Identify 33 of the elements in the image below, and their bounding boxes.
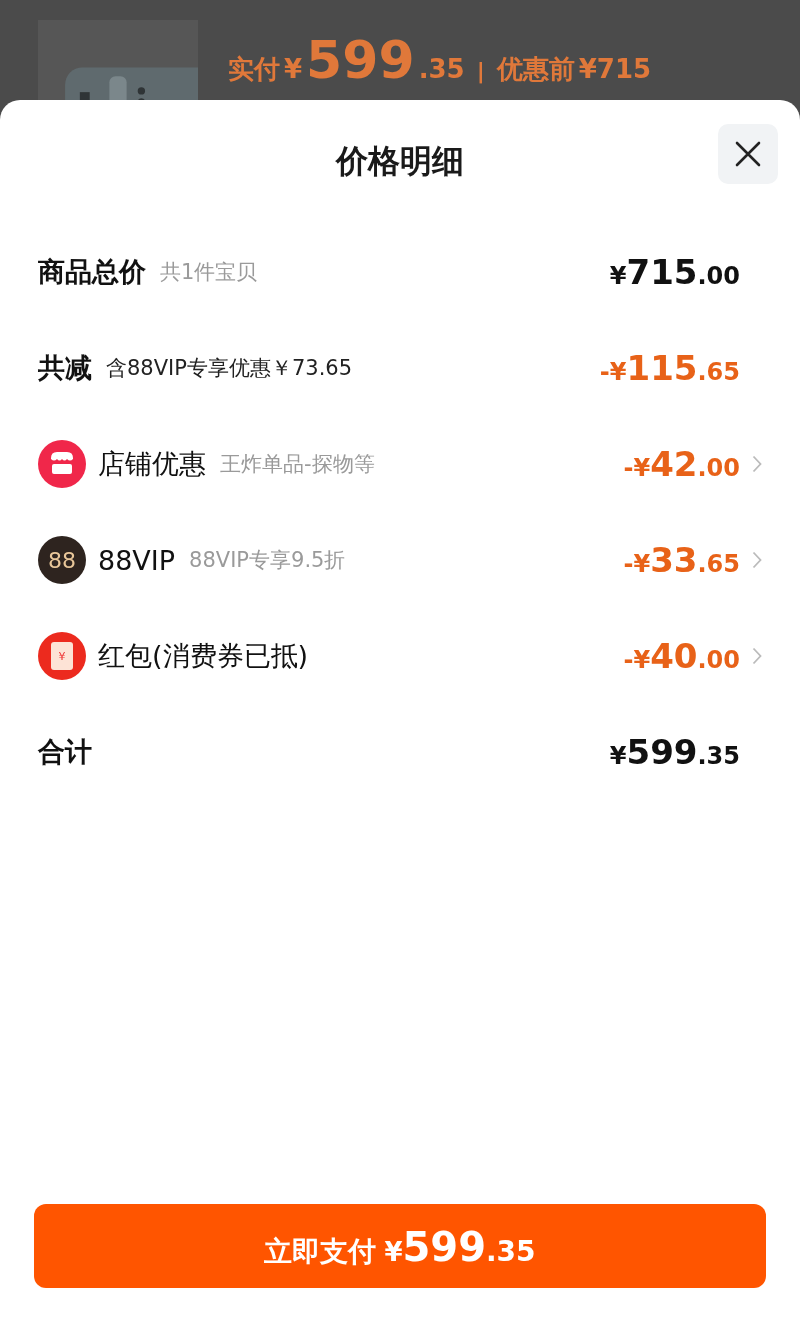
row-label: 店铺优惠 bbox=[98, 447, 206, 481]
chevron-icon[interactable] bbox=[752, 455, 762, 473]
close-button[interactable] bbox=[718, 124, 778, 184]
row-label: 红包(消费券已抵) bbox=[98, 639, 309, 673]
row-label: 合计 bbox=[38, 735, 92, 769]
pay-button[interactable]: 立即支付 ¥599.35 bbox=[34, 1204, 766, 1288]
row-price: ¥715.00 bbox=[609, 252, 740, 292]
row-note: 王炸单品-探物等 bbox=[220, 451, 375, 478]
row-label: 商品总价 bbox=[38, 255, 146, 289]
row-price: -¥33.65 bbox=[623, 540, 740, 580]
envelope-icon: ¥ bbox=[38, 632, 86, 680]
vip-badge-icon: 88 bbox=[38, 536, 86, 584]
row-note: 含88VIP专享优惠￥73.65 bbox=[106, 355, 353, 382]
row-label: 共减 bbox=[38, 351, 92, 385]
before-label: 优惠前 bbox=[496, 53, 575, 86]
row-price: -¥40.00 bbox=[623, 636, 740, 676]
chevron-icon[interactable] bbox=[752, 647, 762, 665]
chevron-icon[interactable] bbox=[752, 551, 762, 569]
before-price: ¥715 bbox=[578, 54, 652, 84]
row-price: -¥115.65 bbox=[599, 348, 740, 388]
row-label: 88VIP bbox=[98, 544, 176, 576]
sheet-title: 价格明细 bbox=[336, 141, 464, 182]
paid-price: 599 bbox=[306, 30, 415, 90]
separator: | bbox=[476, 58, 485, 83]
row-price: -¥42.00 bbox=[623, 444, 740, 484]
row-note: 共1件宝贝 bbox=[160, 259, 258, 286]
row-price: ¥599.35 bbox=[609, 732, 740, 772]
paid-currency: ¥ bbox=[284, 54, 303, 84]
shop-icon bbox=[38, 440, 86, 488]
row-note: 88VIP专享9.5折 bbox=[189, 547, 346, 574]
close-icon bbox=[735, 141, 761, 167]
paid-label: 实付 bbox=[228, 53, 280, 86]
paid-cents: .35 bbox=[418, 54, 465, 84]
